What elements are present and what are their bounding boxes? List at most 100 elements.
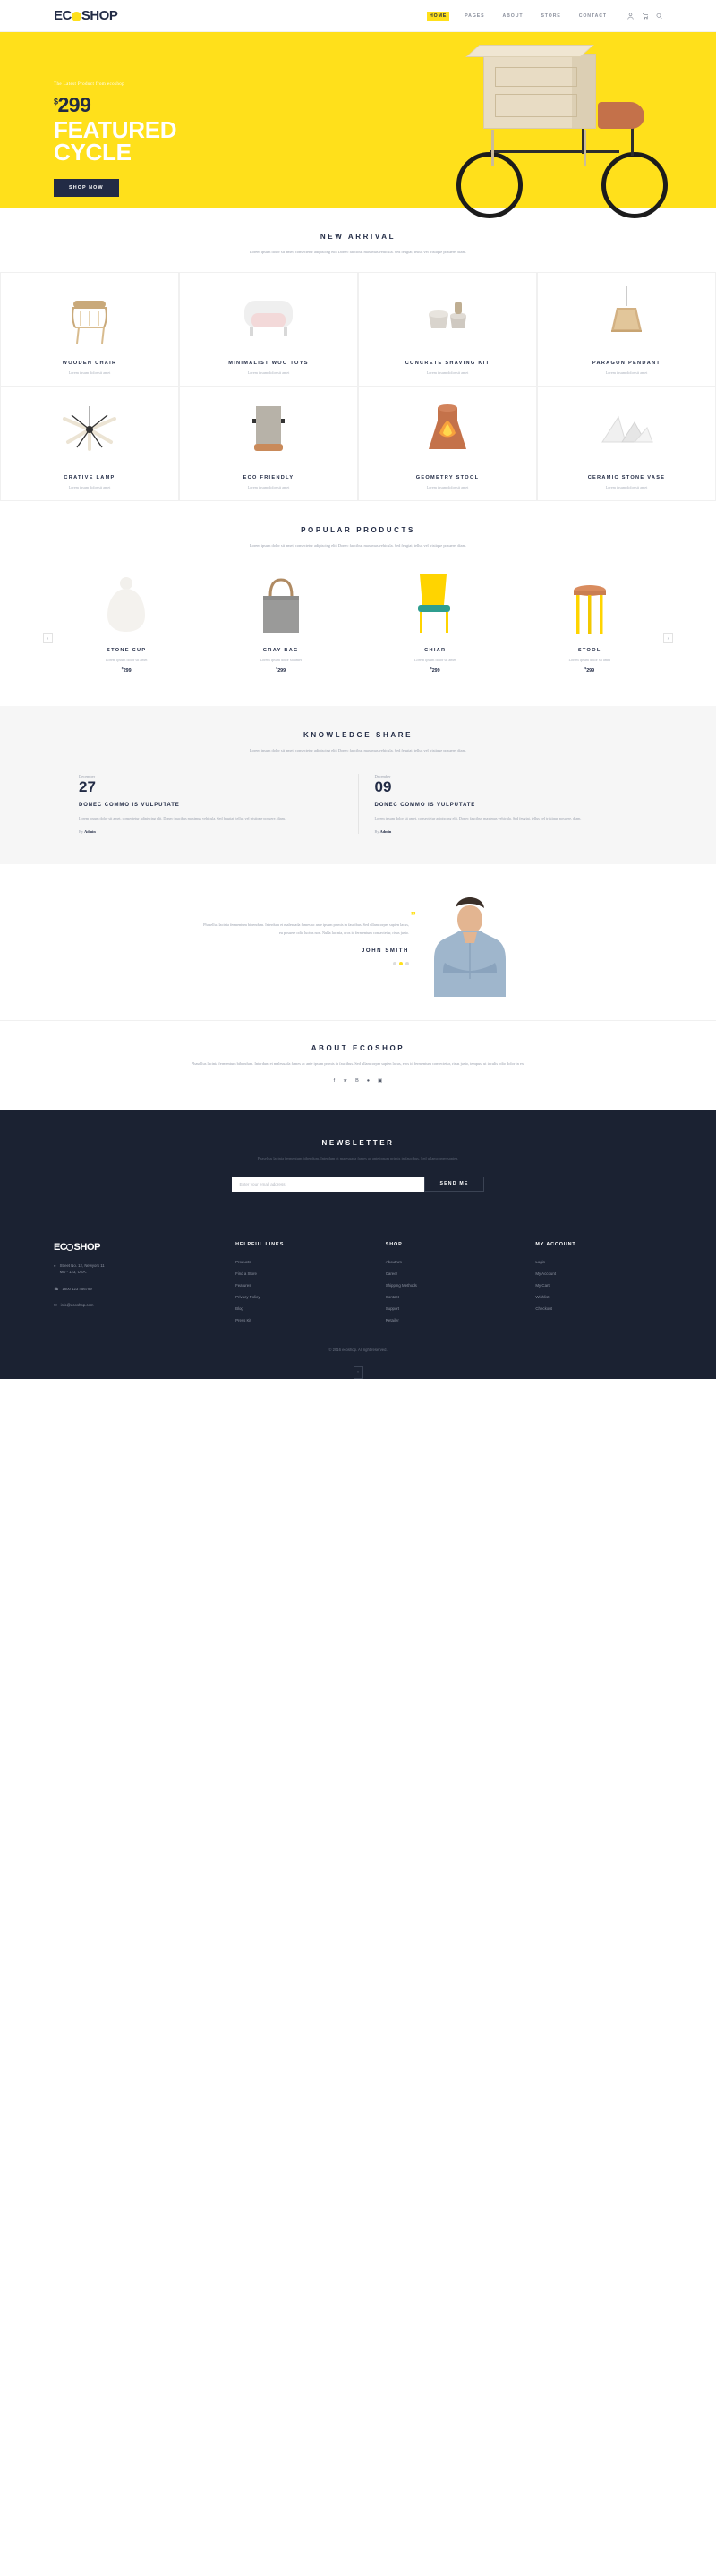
geometry-stool-icon <box>429 404 466 450</box>
hero-kicker: The Latest Product from ecoshop <box>54 82 125 87</box>
popular-product-card[interactable]: GRAY BAG Lorem ipsum dolor sit amet $299 <box>209 564 354 674</box>
footer-link[interactable]: About Us <box>386 1260 513 1264</box>
product-card[interactable]: PARAGON PENDANT Lorem ipsum dolor sit am… <box>537 272 716 387</box>
product-desc: Lorem ipsum dolor sit amet <box>426 370 469 376</box>
footer-link[interactable]: Features <box>235 1283 362 1288</box>
knowledge-share-subtitle: Lorem ipsum dolor sit amet, consectetur … <box>249 748 467 753</box>
footer-link[interactable]: Checkout <box>535 1306 662 1311</box>
dribbble-icon[interactable]: ● <box>367 1078 370 1084</box>
product-card[interactable]: ECO FRIENDLY Lorem ipsum dolor sit amet <box>179 387 358 502</box>
twitter-icon[interactable]: ★ <box>343 1078 347 1084</box>
blog-list: December 27 DONEC COMMO IS VULPUTATE Lor… <box>0 774 716 834</box>
ceramic-stone-vase-icon <box>601 415 653 443</box>
footer-link[interactable]: Shipping Methods <box>386 1283 513 1288</box>
product-thumbnail <box>256 564 306 639</box>
instagram-icon[interactable]: ▣ <box>378 1078 382 1084</box>
carousel-next-button[interactable]: › <box>663 633 673 644</box>
footer-brand-column: EC SHOP ● Street No. 12, Newyork 11 MD - … <box>54 1242 212 1322</box>
product-price: $299 <box>122 667 132 674</box>
footer-phone[interactable]: ☎ 1800 123 456789 <box>54 1286 212 1293</box>
back-to-top-button[interactable]: ↑ <box>353 1365 363 1379</box>
product-thumbnail <box>6 282 173 353</box>
cart-icon[interactable] <box>642 13 648 20</box>
popular-product-card[interactable]: CHIAR Lorem ipsum dolor sit amet $299 <box>362 564 508 674</box>
product-desc: Lorem ipsum dolor sit amet <box>426 485 469 490</box>
blog-title: DONEC COMMO IS VULPUTATE <box>374 802 476 808</box>
product-card[interactable]: CERAMIC STONE VASE Lorem ipsum dolor sit… <box>537 387 716 502</box>
testimonial-photo <box>425 890 515 997</box>
nav-item-store[interactable]: STORE <box>538 12 563 21</box>
testimonial-section: ” Phasellus lacinia fermentum bibendum. … <box>0 864 716 1020</box>
testimonial-dots[interactable] <box>201 961 409 965</box>
product-desc: Lorem ipsum dolor sit amet <box>605 485 648 490</box>
footer-link[interactable]: Privacy Policy <box>235 1295 362 1299</box>
testimonial-dot-active[interactable] <box>399 961 403 965</box>
testimonial-dot[interactable] <box>393 961 396 965</box>
product-card[interactable]: GEOMETRY STOOL Lorem ipsum dolor sit ame… <box>358 387 537 502</box>
footer-logo-before: EC <box>54 1241 67 1253</box>
hero-price-value: 299 <box>57 93 91 116</box>
footer-link[interactable]: Press Kit <box>235 1318 362 1322</box>
nav-item-pages[interactable]: PAGES <box>462 12 487 21</box>
site-logo[interactable]: EC SHOP <box>54 8 118 23</box>
footer-logo-after: SHOP <box>73 1241 101 1253</box>
search-icon[interactable] <box>656 13 662 20</box>
shop-now-button[interactable]: SHOP NOW <box>54 178 119 197</box>
about-title: ABOUT ECOSHOP <box>311 1043 405 1052</box>
phone-icon: ☎ <box>54 1286 59 1291</box>
product-name: PARAGON PENDANT <box>592 361 661 367</box>
footer-phone-value: 1800 123 456789 <box>62 1286 92 1291</box>
carousel-prev-button[interactable]: ‹ <box>43 633 53 644</box>
footer-link[interactable]: Wishlist <box>535 1295 662 1299</box>
footer-link[interactable]: Login <box>535 1260 662 1264</box>
product-card[interactable]: CONCRETE SHAVING KIT Lorem ipsum dolor s… <box>358 272 537 387</box>
popular-product-card[interactable]: STOOL Lorem ipsum dolor sit amet $299 <box>517 564 663 674</box>
nav-item-contact[interactable]: CONTACT <box>576 12 609 21</box>
armchair-icon <box>244 301 293 337</box>
footer-address-line2: MD - 123, USA. <box>59 1270 87 1275</box>
popular-products-subtitle: Lorem ipsum dolor sit amet, consectetur … <box>249 543 467 548</box>
popular-product-card[interactable]: STONE CUP Lorem ipsum dolor sit amet $29… <box>54 564 200 674</box>
product-card[interactable]: MINIMALIST WOO TOYS Lorem ipsum dolor si… <box>179 272 358 387</box>
footer-link[interactable]: Retailer <box>386 1318 513 1322</box>
footer-link[interactable]: Career <box>386 1271 513 1276</box>
footer-link[interactable]: Support <box>386 1306 513 1311</box>
user-icon[interactable] <box>627 13 634 20</box>
logo-circle-icon <box>71 12 81 21</box>
blog-card[interactable]: December 09 DONEC COMMO IS VULPUTATE Lor… <box>357 774 654 834</box>
footer-link[interactable]: Products <box>235 1260 362 1264</box>
product-thumbnail <box>364 396 531 468</box>
hero-price: $299 <box>54 95 295 115</box>
footer-link[interactable]: Contact <box>386 1295 513 1299</box>
nav-item-about[interactable]: ABOUT <box>499 12 525 21</box>
footer-link[interactable]: My Cart <box>535 1283 662 1288</box>
newsletter-submit-button[interactable]: SEND ME <box>424 1176 484 1192</box>
footer-link[interactable]: My Account <box>535 1271 662 1276</box>
nav-item-home[interactable]: HOME <box>427 11 450 21</box>
hero-title-line2: CYCLE <box>54 139 132 166</box>
gray-bag-icon <box>262 578 299 634</box>
newsletter-email-input[interactable] <box>232 1176 425 1192</box>
behance-icon[interactable]: B <box>355 1078 359 1084</box>
blog-card[interactable]: December 27 DONEC COMMO IS VULPUTATE Lor… <box>63 774 358 833</box>
product-desc: Lorem ipsum dolor sit amet <box>247 485 290 490</box>
footer-column-heading: SHOP <box>385 1241 403 1247</box>
product-thumbnail <box>100 564 152 639</box>
footer-link[interactable]: Blog <box>235 1306 362 1311</box>
hero-title: FEATURED CYCLE <box>54 118 295 166</box>
footer-email[interactable]: ✉ info@ecoshop.com <box>54 1302 212 1309</box>
crate-leg-right <box>584 130 586 166</box>
product-card[interactable]: WOODEN CHAIR Lorem ipsum dolor sit amet <box>0 272 179 387</box>
product-price-value: 299 <box>123 668 132 675</box>
product-thumbnail <box>6 396 173 468</box>
footer-logo[interactable]: EC SHOP <box>54 1242 212 1253</box>
product-name: CHIAR <box>424 648 447 654</box>
facebook-icon[interactable]: f <box>334 1078 336 1084</box>
footer-column-helpful-links: HELPFUL LINKS Products Find a Store Feat… <box>235 1242 362 1322</box>
product-card[interactable]: CRATIVE LAMP Lorem ipsum dolor sit amet <box>0 387 179 502</box>
testimonial-dot[interactable] <box>405 961 409 965</box>
footer-link[interactable]: Find a Store <box>235 1271 362 1276</box>
product-desc: Lorem ipsum dolor sit amet <box>68 485 111 490</box>
crative-lamp-icon <box>63 406 116 452</box>
newsletter-section: NEWSLETTER Phasellus lacinia fermentum b… <box>0 1109 716 1219</box>
